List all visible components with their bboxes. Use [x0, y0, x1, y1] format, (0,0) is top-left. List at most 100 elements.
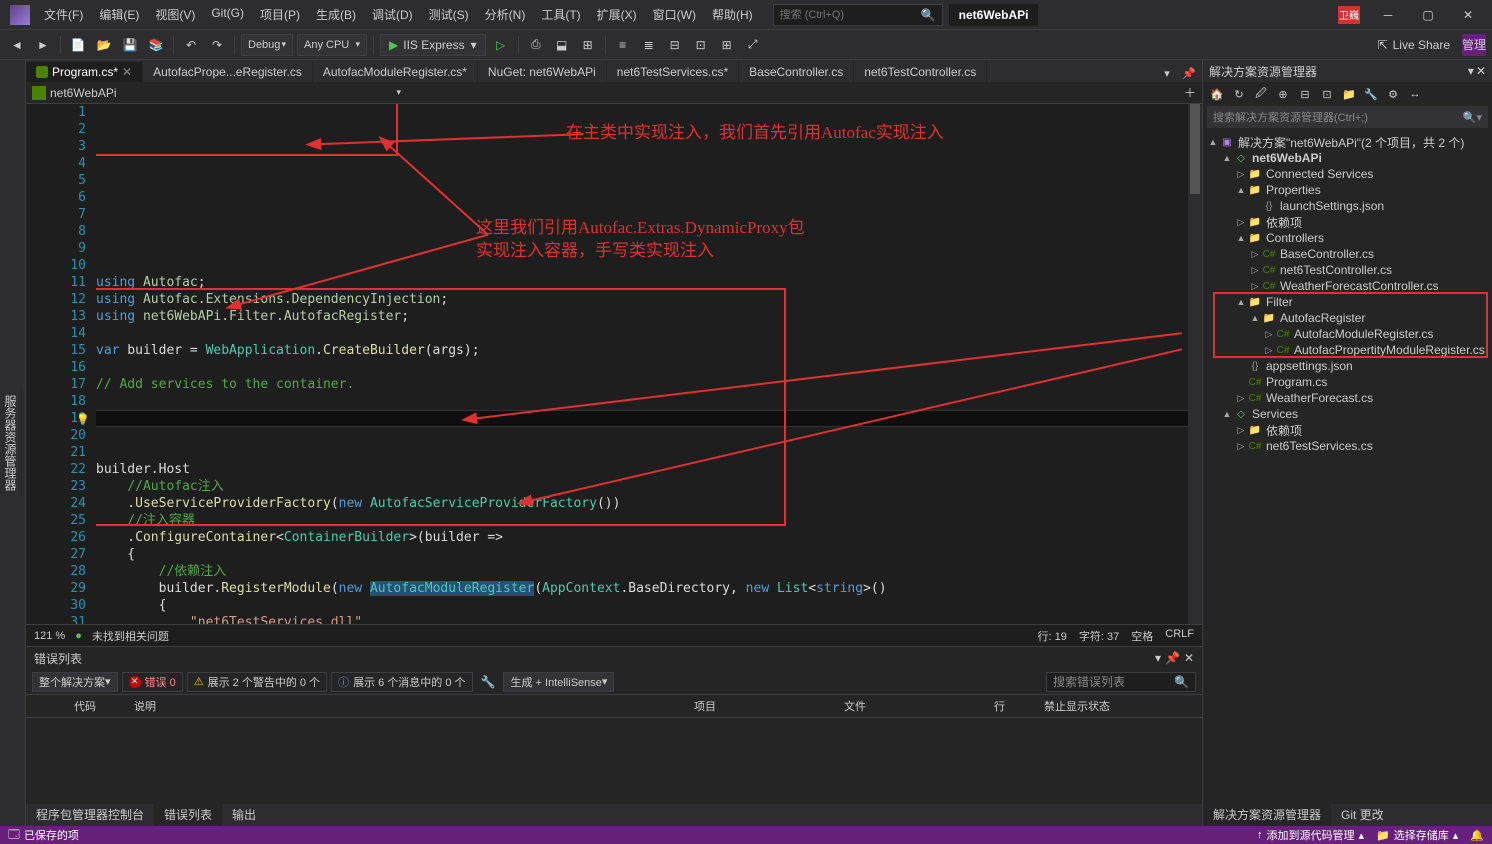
menu-item[interactable]: 生成(B) — [308, 2, 364, 27]
tb-icon-1[interactable]: ⎙ — [525, 34, 547, 56]
error-col-header[interactable]: 说明 — [126, 698, 686, 714]
search-input[interactable] — [780, 9, 900, 21]
nav-bar[interactable]: net6WebAPi ▾ ＋ — [26, 82, 1202, 104]
redo-button[interactable]: ↷ — [206, 34, 228, 56]
document-tab[interactable]: Program.cs* ✕ — [26, 62, 143, 82]
tree-node[interactable]: ▲▣解决方案"net6WebAPi"(2 个项目，共 2 个) — [1203, 134, 1492, 150]
error-col-header[interactable]: 行 — [986, 698, 1036, 714]
tree-node[interactable]: ▲📁Filter — [1203, 294, 1492, 310]
menu-item[interactable]: 测试(S) — [421, 2, 477, 27]
error-col-header[interactable]: 文件 — [836, 698, 986, 714]
build-dropdown[interactable]: 生成 + IntelliSense ▾ — [503, 672, 614, 692]
tool-icon[interactable]: ↔ — [1405, 84, 1425, 104]
tb-icon-2[interactable]: ⬓ — [551, 34, 573, 56]
tool-icon[interactable]: 🖉 — [1251, 84, 1271, 104]
tree-node[interactable]: ▷C#AutofacModuleRegister.cs — [1203, 326, 1492, 342]
tb-icon-3[interactable]: ⊞ — [577, 34, 599, 56]
tree-node[interactable]: ▷C#net6TestController.cs — [1203, 262, 1492, 278]
open-button[interactable]: 📂 — [93, 34, 115, 56]
tree-node[interactable]: ▲📁AutofacRegister — [1203, 310, 1492, 326]
tree-node[interactable]: C#Program.cs — [1203, 374, 1492, 390]
home-icon[interactable]: 🏠 — [1207, 84, 1227, 104]
tree-node[interactable]: ▷📁依赖项 — [1203, 214, 1492, 230]
tb-icon-6[interactable]: ⊟ — [664, 34, 686, 56]
minimize-button[interactable]: ─ — [1368, 0, 1408, 30]
close-icon[interactable]: 📌 — [1165, 651, 1180, 665]
nav-fwd-button[interactable]: ► — [32, 34, 54, 56]
document-tab[interactable]: AutofacModuleRegister.cs* — [313, 62, 478, 82]
sync-icon[interactable]: ↻ — [1229, 84, 1249, 104]
maximize-button[interactable]: ▢ — [1408, 0, 1448, 30]
search-box[interactable]: 🔍 — [773, 4, 943, 26]
notification-icon[interactable]: 🔔 — [1470, 827, 1484, 843]
save-button[interactable]: 💾 — [119, 34, 141, 56]
menu-item[interactable]: 扩展(X) — [589, 2, 645, 27]
tool-icon[interactable]: 📁 — [1339, 84, 1359, 104]
tree-node[interactable]: ▲◇net6WebAPi — [1203, 150, 1492, 166]
nav-back-button[interactable]: ◄ — [6, 34, 28, 56]
solution-tree[interactable]: ▲▣解决方案"net6WebAPi"(2 个项目，共 2 个)▲◇net6Web… — [1203, 132, 1492, 804]
lightbulb-icon[interactable]: 💡 — [76, 411, 90, 428]
new-file-button[interactable]: 📄 — [67, 34, 89, 56]
vertical-scrollbar[interactable] — [1188, 104, 1202, 624]
tb-icon-8[interactable]: ⊞ — [716, 34, 738, 56]
run-noDebug-button[interactable]: ▷ — [490, 34, 512, 56]
tb-icon-5[interactable]: ≣ — [638, 34, 660, 56]
tree-node[interactable]: {}launchSettings.json — [1203, 198, 1492, 214]
bottom-tab[interactable]: 程序包管理器控制台 — [26, 803, 154, 826]
sidebar-tab[interactable]: 服务器资源管理器 — [0, 389, 22, 497]
tree-node[interactable]: ▷C#BaseController.cs — [1203, 246, 1492, 262]
overflow-icon[interactable]: ▾ — [1158, 64, 1176, 82]
line-ending[interactable]: CRLF — [1165, 628, 1194, 644]
tool-icon[interactable]: ⊕ — [1273, 84, 1293, 104]
issues-status[interactable]: 未找到相关问题 — [92, 628, 169, 644]
menu-item[interactable]: 调试(D) — [364, 2, 421, 27]
menu-item[interactable]: 项目(P) — [252, 2, 308, 27]
document-tab[interactable]: net6TestServices.cs* — [607, 62, 739, 82]
close-button[interactable]: ✕ — [1448, 0, 1488, 30]
menu-item[interactable]: Git(G) — [203, 2, 252, 27]
tool-icon[interactable]: 🔧 — [1361, 84, 1381, 104]
tree-node[interactable]: ▷📁依赖项 — [1203, 422, 1492, 438]
undo-button[interactable]: ↶ — [180, 34, 202, 56]
close-icon[interactable]: ✕ — [1476, 64, 1486, 78]
solution-search[interactable]: 搜索解决方案资源管理器(Ctrl+;)🔍▾ — [1207, 106, 1488, 128]
pin-icon[interactable]: ▾ — [1155, 651, 1161, 665]
menu-item[interactable]: 工具(T) — [533, 2, 588, 27]
errors-badge[interactable]: ✕错误 0 — [122, 672, 183, 692]
run-button[interactable]: ▶IIS Express▾ — [380, 34, 486, 56]
source-control-button[interactable]: ↑ 添加到源代码管理 ▴ — [1257, 827, 1364, 843]
error-col-header[interactable]: 禁止显示状态 — [1036, 698, 1156, 714]
warnings-badge[interactable]: ⚠展示 2 个警告中的 0 个 — [187, 672, 327, 692]
tool-icon[interactable]: ⊡ — [1317, 84, 1337, 104]
document-tab[interactable]: AutofacPrope...eRegister.cs — [143, 62, 313, 82]
tree-node[interactable]: ▷📁Connected Services — [1203, 166, 1492, 182]
menu-item[interactable]: 窗口(W) — [645, 2, 704, 27]
repo-button[interactable]: 📁 选择存储库 ▴ — [1376, 827, 1458, 843]
tree-node[interactable]: {}appsettings.json — [1203, 358, 1492, 374]
tb-icon-7[interactable]: ⊡ — [690, 34, 712, 56]
menu-item[interactable]: 文件(F) — [36, 2, 91, 27]
indent-mode[interactable]: 空格 — [1131, 628, 1153, 644]
split-button[interactable]: ＋ — [1184, 84, 1196, 101]
tree-node[interactable]: ▷C#WeatherForecast.cs — [1203, 390, 1492, 406]
zoom-level[interactable]: 121 % — [34, 630, 65, 642]
live-share-button[interactable]: ⇱ Live Share — [1370, 38, 1458, 52]
bottom-tab[interactable]: 输出 — [222, 803, 266, 826]
error-search[interactable]: 搜索错误列表🔍 — [1046, 672, 1196, 692]
tree-node[interactable]: ▷C#AutofacPropertityModuleRegister.cs — [1203, 342, 1492, 358]
code-editor[interactable]: 💡123456789101112131415161718192021222324… — [26, 104, 1202, 624]
error-col-header[interactable] — [26, 698, 66, 714]
tool-icon[interactable]: ⚙ — [1383, 84, 1403, 104]
tree-node[interactable]: ▲◇Services — [1203, 406, 1492, 422]
menu-item[interactable]: 编辑(E) — [91, 2, 147, 27]
user-badge[interactable]: 卫巍 — [1338, 6, 1360, 24]
tool-icon[interactable]: ⊟ — [1295, 84, 1315, 104]
save-all-button[interactable]: 📚 — [145, 34, 167, 56]
tree-node[interactable]: ▲📁Controllers — [1203, 230, 1492, 246]
document-tab[interactable]: net6TestController.cs — [854, 62, 987, 82]
tb-icon-4[interactable]: ≡ — [612, 34, 634, 56]
tree-node[interactable]: ▲📁Properties — [1203, 182, 1492, 198]
messages-badge[interactable]: ⓘ展示 6 个消息中的 0 个 — [331, 672, 472, 692]
pin-icon[interactable]: 📌 — [1180, 64, 1198, 82]
